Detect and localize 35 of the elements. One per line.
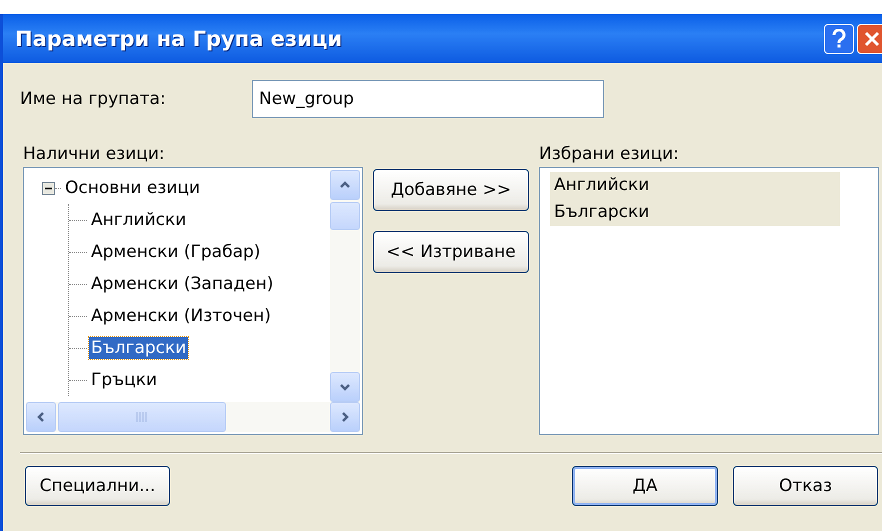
- scroll-thumb[interactable]: [330, 202, 360, 230]
- scroll-down-button[interactable]: [330, 372, 360, 402]
- selected-list[interactable]: Английски Български: [539, 167, 879, 435]
- special-button[interactable]: Специални...: [25, 466, 170, 506]
- tree-item[interactable]: Арменски (Западен): [89, 273, 276, 295]
- scroll-right-button[interactable]: [330, 402, 360, 432]
- add-button[interactable]: Добавяне >>: [373, 169, 529, 211]
- tree-item[interactable]: Арменски (Източен): [89, 305, 273, 327]
- help-icon: [831, 28, 847, 48]
- list-item[interactable]: Английски: [550, 172, 840, 199]
- tree-item[interactable]: Арменски (Грабар): [89, 241, 262, 263]
- grip-icon: [136, 412, 148, 422]
- scroll-left-button[interactable]: [26, 402, 56, 432]
- tree-item[interactable]: Английски: [89, 209, 188, 231]
- window-title: Параметри на Група езици: [15, 26, 344, 50]
- ok-button[interactable]: ДА: [572, 466, 718, 506]
- collapse-icon[interactable]: [42, 182, 55, 194]
- group-name-field[interactable]: New_group: [252, 80, 604, 118]
- scroll-up-button[interactable]: [330, 170, 360, 200]
- close-button[interactable]: [857, 24, 882, 54]
- list-label: Избрани езици:: [539, 144, 680, 164]
- tree-item[interactable]: Български: [89, 337, 188, 359]
- language-tree[interactable]: Основни езици Английски Арменски (Грабар) Арменски (Западен) Арменски (Източен) Български Гръцки: [23, 167, 363, 435]
- horizontal-scrollbar[interactable]: [26, 402, 360, 432]
- tree-item[interactable]: Основни езици: [63, 177, 202, 199]
- cancel-button[interactable]: Отказ: [733, 466, 878, 506]
- tree-item[interactable]: Гръцки: [89, 369, 160, 391]
- list-item[interactable]: Български: [550, 199, 840, 226]
- remove-button[interactable]: << Изтриване: [373, 231, 529, 273]
- field-label: Име на групата:: [20, 89, 167, 109]
- close-icon: [864, 30, 880, 46]
- list-label: Налични езици:: [23, 144, 166, 164]
- scroll-thumb[interactable]: [58, 402, 226, 432]
- vertical-scrollbar[interactable]: [330, 170, 360, 402]
- help-button[interactable]: [824, 24, 854, 54]
